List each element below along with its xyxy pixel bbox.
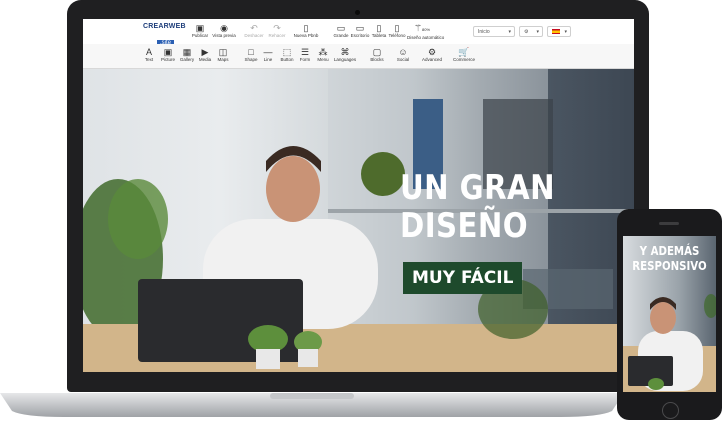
add-button-button[interactable]: ⬚ Button (278, 47, 296, 63)
settings-select[interactable]: ⚙ ▾ (519, 26, 543, 37)
add-gallery-button[interactable]: ▦ Gallery (178, 47, 196, 63)
chevron-down-icon: ▾ (536, 29, 539, 35)
magic-wand-icon: ⚚80% (413, 23, 431, 33)
form-icon: ☰ (300, 47, 310, 57)
shape-icon: □ (248, 47, 254, 57)
add-form-button[interactable]: ☰ Form (297, 47, 313, 63)
editor-top-toolbar: CREARWEB .site ▣ Publicar ◉ Vista previa… (83, 19, 634, 47)
add-advanced-button[interactable]: ⚙ Advanced (421, 47, 443, 63)
add-text-button[interactable]: A Text (141, 47, 157, 63)
blocks-icon: ▢ (372, 47, 382, 57)
chevron-down-icon: ▾ (564, 29, 567, 35)
undo-icon: ↶ (250, 23, 258, 33)
laptop-screen: CREARWEB .site ▣ Publicar ◉ Vista previa… (83, 19, 634, 372)
language-select[interactable]: ▾ (547, 26, 571, 37)
picture-icon: ▣ (163, 47, 173, 57)
phone-frame: Y ADEMÁS RESPONSIVO (617, 209, 722, 420)
laptop-base (0, 393, 624, 417)
add-media-button[interactable]: ▶ Media (197, 47, 213, 63)
new-page-button[interactable]: ▯ Nueva Pbnb (293, 23, 319, 39)
phone-speaker (659, 222, 679, 225)
phone-title-line-2: RESPONSIVO (632, 259, 707, 273)
laptop-frame: CREARWEB .site ▣ Publicar ◉ Vista previa… (67, 0, 649, 392)
add-menu-button[interactable]: ⁂ Menu (315, 47, 331, 63)
monitor-icon: ▭ (336, 23, 346, 33)
editor-elements-toolbar: A Text ▣ Picture ▦ Gallery ▶ Media ◫ Map… (83, 44, 634, 69)
logo-text-top: CREARWEB (143, 23, 186, 30)
add-social-button[interactable]: ☺ Social (395, 47, 411, 63)
view-large-button[interactable]: ▭ Grande (333, 23, 349, 39)
hero-title-line-2: DISEÑO (400, 206, 529, 246)
gear-icon: ⚙ (524, 29, 529, 35)
gallery-icon: ▦ (182, 47, 192, 57)
view-phone-button[interactable]: ▯ Teléfono (388, 23, 406, 39)
phone-icon: ▯ (394, 23, 400, 33)
view-desktop-button[interactable]: ▭ Escritorio (350, 23, 370, 39)
add-shape-button[interactable]: □ Shape (243, 47, 259, 63)
media-icon: ▶ (201, 47, 209, 57)
hero-section: UN GRAN DISEÑO (83, 69, 634, 372)
auto-design-button[interactable]: ⚚80% Diseño automático (407, 23, 444, 41)
save-icon: ▣ (195, 23, 205, 33)
phone-title: Y ADEMÁS RESPONSIVO (630, 244, 709, 274)
publish-button[interactable]: ▣ Publicar (191, 23, 209, 39)
laptop-icon: ▭ (355, 23, 365, 33)
crearweb-logo: CREARWEB .site (143, 23, 187, 47)
redo-button[interactable]: ↷ Rehacer (266, 23, 288, 39)
phone-home-button (662, 402, 679, 419)
redo-icon: ↷ (273, 23, 281, 33)
view-tablet-button[interactable]: ▯ Tableta (371, 23, 387, 39)
tablet-icon: ▯ (376, 23, 382, 33)
menu-icon: ⁂ (318, 47, 328, 57)
spain-flag-icon (552, 29, 560, 35)
undo-button[interactable]: ↶ Deshacer (243, 23, 265, 39)
eye-icon: ◉ (220, 23, 228, 33)
phone-title-line-1: Y ADEMÁS (639, 244, 700, 258)
add-maps-button[interactable]: ◫ Maps (215, 47, 231, 63)
add-blocks-button[interactable]: ▢ Blocks (369, 47, 385, 63)
text-icon: A (145, 47, 152, 57)
phone-screen: Y ADEMÁS RESPONSIVO (623, 236, 716, 392)
page-icon: ▯ (303, 23, 309, 33)
preview-button[interactable]: ◉ Vista previa (211, 23, 237, 39)
add-commerce-button[interactable]: 🛒 Commerce (452, 47, 476, 63)
hero-title-line-1: UN GRAN (400, 168, 556, 208)
commerce-icon: 🛒 (458, 47, 470, 57)
hero-badge: MUY FÁCIL (403, 262, 523, 294)
social-icon: ☺ (398, 47, 408, 57)
advanced-icon: ⚙ (427, 47, 437, 57)
chevron-down-icon: ▾ (508, 29, 511, 35)
page-select[interactable]: Inicio ▾ (473, 26, 515, 37)
button-icon: ⬚ (282, 47, 292, 57)
line-icon: — (263, 47, 273, 57)
languages-icon: ⌘ (340, 47, 350, 57)
maps-icon: ◫ (218, 47, 228, 57)
add-picture-button[interactable]: ▣ Picture (159, 47, 177, 63)
laptop-camera (355, 10, 360, 15)
hero-title: UN GRAN DISEÑO (400, 169, 555, 245)
add-line-button[interactable]: — Line (261, 47, 275, 63)
add-languages-button[interactable]: ⌘ Languages (332, 47, 358, 63)
